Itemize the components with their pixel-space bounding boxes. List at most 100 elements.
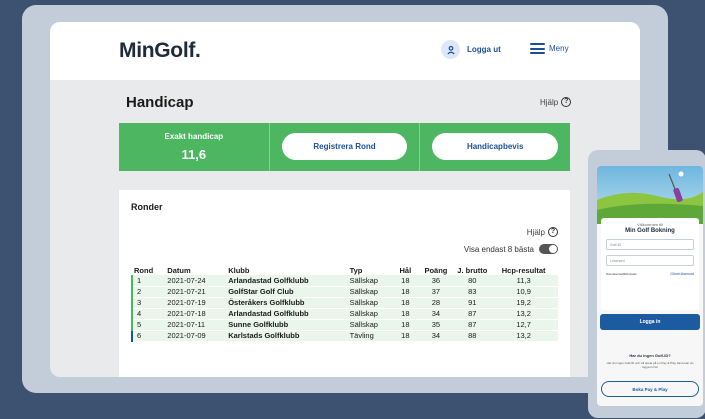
cell-hcp: 10,9 — [516, 287, 531, 296]
col-brutto: J. brutto — [457, 266, 488, 275]
user-icon — [441, 40, 460, 59]
cell-hal: 18 — [401, 275, 410, 285]
cell-klubb: Karlstads Golfklubb — [228, 331, 300, 340]
help-link[interactable]: Hjälp ? — [540, 97, 572, 107]
cell-datum: 2021-07-11 — [167, 320, 206, 329]
logout-label: Logga ut — [467, 45, 501, 54]
handicap-bar: Exakt handicap 11,6 Registrera Rond Hand… — [119, 123, 570, 171]
col-hal: Hål — [399, 266, 412, 275]
rounds-help-label: Hjälp — [526, 227, 545, 237]
cell-klubb: Arlandastad Golfklubb — [228, 309, 309, 318]
no-golf-id-text: Har du ingen Golf-ID och vill spela på e… — [606, 361, 694, 369]
phone-frame: Välkommen till Min Golf Bokning Golf-ID … — [588, 150, 705, 418]
cell-typ: Sällskap — [349, 309, 378, 318]
cell-brutto: 87 — [468, 320, 477, 329]
cell-poang: 36 — [431, 275, 441, 285]
menu-button[interactable]: Meny — [530, 43, 569, 54]
cell-hcp: 12,7 — [516, 320, 531, 329]
rounds-title: Ronder — [131, 202, 163, 212]
no-golf-id-heading: Har du ingen Golf-ID? — [629, 353, 671, 358]
rounds-card: Ronder Hjälp ? Visa endast 8 bästa Rond … — [119, 190, 570, 377]
tablet-screen: MinGolf. Logga ut Meny Handicap Hjälp ? … — [50, 22, 640, 377]
col-rond: Rond — [134, 266, 154, 275]
rounds-table: Rond Datum Klubb Typ Hål Poäng J. brutto… — [130, 264, 558, 342]
cell-datum: 2021-07-18 — [167, 309, 206, 318]
cell-klubb: Arlandastad Golfklubb — [228, 275, 309, 285]
handicap-certificate-button[interactable]: Handicapbevis — [432, 133, 559, 160]
welcome-text: Välkommen till — [636, 222, 663, 227]
cell-hal: 18 — [401, 298, 410, 307]
show-best-toggle[interactable] — [539, 244, 558, 254]
exact-handicap-value: 11,6 — [181, 147, 207, 162]
cell-brutto: 91 — [468, 298, 477, 307]
password-input[interactable]: Lösenord — [606, 255, 694, 266]
cell-brutto: 88 — [468, 331, 477, 340]
help-label: Hjälp — [540, 97, 559, 107]
question-icon: ? — [561, 97, 572, 107]
col-typ: Typ — [349, 266, 363, 275]
cell-hcp: 13,2 — [516, 309, 531, 318]
login-form: Välkommen till Min Golf Bokning Golf-ID … — [601, 218, 699, 310]
cell-rond: 3 — [130, 297, 166, 308]
register-round-button[interactable]: Registrera Rond — [281, 133, 408, 160]
cell-brutto: 83 — [468, 287, 477, 296]
cell-brutto: 80 — [468, 275, 477, 285]
table-row[interactable]: 4 2021-07-18 Arlandastad Golfklubb Sälls… — [130, 308, 558, 319]
cell-datum: 2021-07-19 — [167, 298, 206, 307]
cell-klubb: Österåkers Golfklubb — [228, 298, 305, 307]
cell-datum: 2021-07-09 — [167, 331, 206, 340]
table-row[interactable]: 1 2021-07-24 Arlandastad Golfklubb Sälls… — [130, 275, 558, 286]
book-pay-play-button[interactable]: Boka Pay & Play — [601, 381, 699, 397]
phone-screen: Välkommen till Min Golf Bokning Golf-ID … — [597, 166, 703, 406]
table-row[interactable]: 3 2021-07-19 Österåkers Golfklubb Sällsk… — [130, 297, 558, 308]
col-klubb: Klubb — [228, 266, 250, 275]
cell-poang: 35 — [431, 320, 441, 329]
exact-handicap-label: Exakt handicap — [164, 132, 224, 141]
cell-poang: 37 — [431, 287, 441, 296]
cell-klubb: GolfStar Golf Club — [228, 287, 294, 296]
sgf-logo: Svenska Golfförbundet — [606, 272, 637, 276]
cell-klubb: Sunne Golfklubb — [228, 320, 289, 329]
rounds-help-link[interactable]: Hjälp ? — [527, 227, 558, 237]
booking-title: Min Golf Bokning — [625, 228, 675, 234]
cell-hal: 18 — [401, 309, 410, 318]
cell-rond: 5 — [130, 319, 166, 330]
logout-button[interactable]: Logga ut — [441, 40, 501, 59]
cell-poang: 34 — [431, 309, 441, 318]
show-best-label: Visa endast 8 bästa — [463, 244, 534, 254]
cell-hal: 18 — [401, 331, 410, 340]
cell-datum: 2021-07-21 — [167, 287, 206, 296]
cell-hcp: 11,3 — [516, 275, 531, 285]
cell-typ: Sällskap — [349, 275, 378, 285]
exact-handicap-panel: Exakt handicap 11,6 — [119, 123, 270, 171]
phone-login-button[interactable]: Logga in — [600, 314, 700, 330]
menu-label: Meny — [549, 44, 569, 53]
table-row[interactable]: 5 2021-07-11 Sunne Golfklubb Sällskap 18… — [130, 319, 558, 330]
col-hcp-resultat: Hcp-resultat — [501, 266, 546, 275]
cell-hcp: 19,2 — [516, 298, 531, 307]
cell-rond: 1 — [130, 275, 166, 286]
cell-brutto: 87 — [468, 309, 477, 318]
forgot-password-link[interactable]: Glömt lösenord — [670, 272, 694, 276]
hamburger-icon — [530, 43, 545, 54]
table-row[interactable]: 6 2021-07-09 Karlstads Golfklubb Tävling… — [130, 330, 558, 341]
table-row[interactable]: 2 2021-07-21 GolfStar Golf Club Sällskap… — [130, 286, 558, 297]
cell-typ: Tävling — [349, 331, 374, 340]
cell-hcp: 13,2 — [516, 331, 531, 340]
cell-hal: 18 — [401, 287, 410, 296]
col-poang: Poäng — [424, 266, 448, 275]
show-best-row: Visa endast 8 bästa — [464, 244, 558, 254]
cell-typ: Sällskap — [349, 298, 378, 307]
cell-rond: 4 — [130, 308, 166, 319]
cell-poang: 34 — [431, 331, 441, 340]
logo[interactable]: MinGolf. — [119, 39, 201, 63]
cell-hal: 18 — [401, 320, 410, 329]
cell-typ: Sällskap — [349, 287, 378, 296]
cell-rond: 6 — [130, 330, 166, 341]
cell-poang: 28 — [431, 298, 441, 307]
golf-landscape-image — [597, 166, 703, 224]
col-datum: Datum — [167, 266, 191, 275]
cell-rond: 2 — [130, 286, 166, 297]
golf-id-input[interactable]: Golf-ID — [606, 239, 694, 250]
top-navigation: MinGolf. Logga ut Meny — [50, 22, 640, 80]
